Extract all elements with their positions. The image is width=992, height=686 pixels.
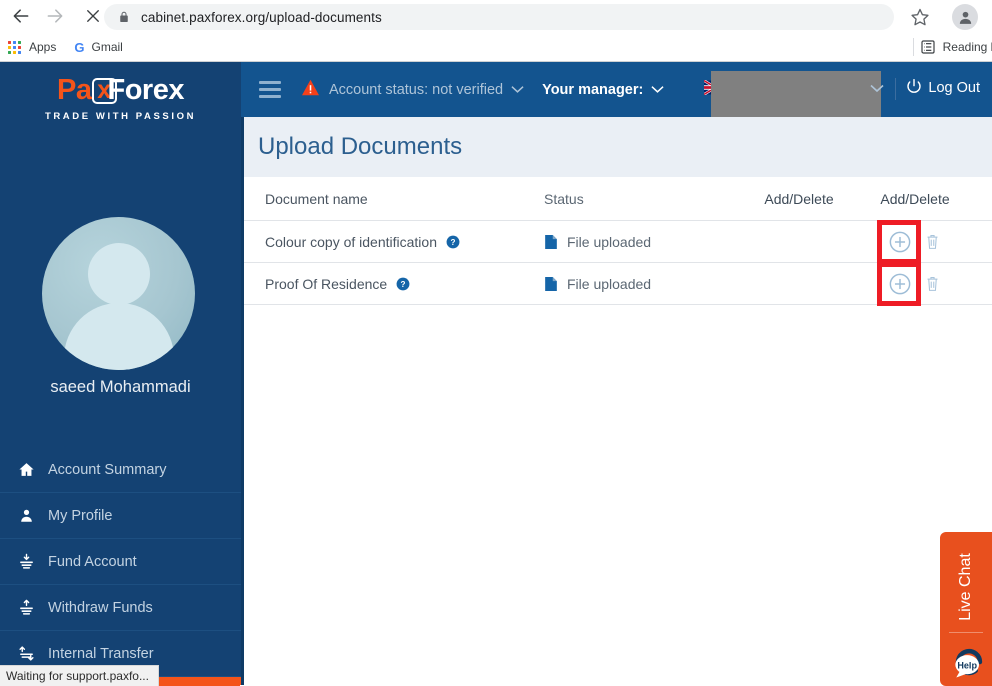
document-name-cell: Proof Of Residence ?: [244, 276, 544, 292]
logout-button[interactable]: Log Out: [906, 78, 980, 98]
plus-circle-icon[interactable]: [876, 219, 921, 264]
sidebar-item-fund-account[interactable]: Fund Account: [0, 539, 241, 585]
logo-wordmark: Pa x Forex: [57, 76, 184, 105]
sidebar-item-account-summary[interactable]: Account Summary: [0, 447, 241, 493]
trash-icon[interactable]: [924, 232, 942, 252]
bookmarks-bar: Apps G Gmail Reading li: [0, 32, 992, 62]
web-page: Pa x Forex TRADE WITH PASSION saeed Mohamm…: [0, 62, 992, 686]
sidebar-item-label: My Profile: [48, 507, 113, 524]
live-chat-label: Live Chat: [957, 553, 974, 621]
add-delete-cell: [859, 219, 971, 264]
document-status-label: File uploaded: [567, 233, 652, 250]
document-name-label: Colour copy of identification: [265, 233, 437, 250]
apps-grid-icon[interactable]: [8, 40, 21, 54]
browser-status-bubble: Waiting for support.paxfo...: [0, 665, 159, 686]
document-status-label: File uploaded: [567, 275, 652, 292]
file-icon: [544, 276, 558, 292]
transfer-icon: [12, 645, 40, 662]
back-arrow-icon[interactable]: [6, 1, 36, 31]
sidebar-item-my-profile[interactable]: My Profile: [0, 493, 241, 539]
lock-icon: [118, 10, 130, 24]
bookmark-star-icon[interactable]: [910, 7, 930, 27]
url-text: cabinet.paxforex.org/upload-documents: [141, 9, 382, 25]
avatar-head: [87, 243, 150, 305]
help-circle-icon[interactable]: ?: [446, 235, 460, 249]
reading-list-icon[interactable]: [920, 39, 936, 60]
live-chat-divider: [949, 632, 983, 633]
forward-arrow-icon[interactable]: [40, 1, 70, 31]
help-label: Help: [957, 660, 977, 670]
column-header-status: Status: [544, 190, 584, 207]
status-bubble-text: Waiting for support.paxfo...: [6, 669, 149, 683]
user-avatar-icon: [42, 217, 195, 370]
ham-line: [259, 95, 281, 98]
sidebar: Pa x Forex TRADE WITH PASSION saeed Mohamm…: [0, 62, 260, 686]
browser-toolbar: cabinet.paxforex.org/upload-documents: [0, 0, 992, 32]
address-bar[interactable]: cabinet.paxforex.org/upload-documents: [104, 4, 894, 30]
your-manager-label[interactable]: Your manager:: [542, 82, 643, 98]
ham-line: [259, 81, 281, 84]
table-row: Colour copy of identification ? File upl…: [244, 219, 992, 264]
table-header-row: Document name Status Add/Delete Add/Dele…: [244, 177, 992, 221]
sidebar-item-label: Fund Account: [48, 553, 137, 570]
top-bar: Account status: not verified Your manage…: [241, 62, 992, 124]
plus-circle-icon[interactable]: [876, 261, 921, 306]
warning-triangle-icon: [301, 79, 320, 101]
withdraw-icon: [12, 599, 40, 616]
logo-tagline: TRADE WITH PASSION: [44, 111, 197, 122]
bookmark-separator: [913, 38, 914, 56]
live-chat-tab[interactable]: Live Chat Help: [940, 532, 992, 686]
chevron-down-icon[interactable]: [870, 81, 884, 96]
documents-table: Document name Status Add/Delete Add/Dele…: [244, 177, 992, 306]
chevron-down-icon[interactable]: [511, 83, 524, 97]
topbar-separator: [895, 78, 896, 100]
chevron-down-icon[interactable]: [651, 83, 664, 97]
logo-part-pa: Pa: [57, 74, 92, 106]
column-header-add-delete-1: Add/Delete: [764, 190, 834, 207]
home-icon: [12, 461, 40, 478]
person-icon: [12, 507, 40, 524]
trash-icon[interactable]: [924, 274, 942, 294]
avatar-body: [63, 302, 174, 370]
brand-logo[interactable]: Pa x Forex TRADE WITH PASSION: [0, 76, 241, 123]
logo-part-f: F: [107, 74, 126, 106]
document-status-cell: File uploaded: [544, 234, 739, 250]
bookmark-gmail-label[interactable]: Gmail: [91, 40, 122, 54]
document-status-cell: File uploaded: [544, 276, 739, 292]
deposit-icon: [12, 553, 40, 570]
page-header-band: Upload Documents: [244, 117, 992, 177]
add-delete-cell: [859, 261, 971, 306]
sidebar-item-label: Withdraw Funds: [48, 599, 153, 616]
file-icon: [544, 234, 558, 250]
svg-text:?: ?: [451, 237, 456, 246]
power-icon: [906, 78, 922, 98]
logout-label: Log Out: [928, 80, 980, 96]
help-circle-icon[interactable]: ?: [396, 277, 410, 291]
column-header-add-delete-2: Add/Delete: [880, 190, 950, 207]
sidebar-item-withdraw-funds[interactable]: Withdraw Funds: [0, 585, 241, 631]
chat-bubble-icon[interactable]: Help: [949, 642, 989, 682]
profile-avatar-icon[interactable]: [952, 4, 978, 30]
browser-chrome: cabinet.paxforex.org/upload-documents Ap…: [0, 0, 992, 62]
gmail-g-icon: G: [74, 39, 85, 55]
logo-part-orex: orex: [124, 74, 185, 106]
table-row: Proof Of Residence ? File uploaded: [244, 261, 992, 306]
username-label: saeed Mohammadi: [50, 378, 191, 396]
reading-list-label[interactable]: Reading li: [943, 40, 992, 54]
column-header-document-name: Document name: [265, 190, 368, 207]
account-status-label[interactable]: Account status: not verified: [329, 82, 503, 98]
page-title: Upload Documents: [258, 133, 463, 160]
bookmark-apps-label[interactable]: Apps: [29, 40, 56, 54]
svg-text:?: ?: [401, 279, 406, 288]
sidebar-item-label: Account Summary: [48, 461, 167, 478]
document-name-label: Proof Of Residence: [265, 275, 388, 292]
hamburger-menu-icon[interactable]: [259, 81, 281, 98]
sidebar-item-label: Internal Transfer: [48, 645, 154, 662]
main-content: Upload Documents Document name Status Ad…: [241, 117, 992, 686]
sidebar-nav: Account Summary My Profile Fund Account …: [0, 447, 260, 686]
ham-line: [259, 88, 281, 91]
document-name-cell: Colour copy of identification ?: [244, 234, 544, 250]
